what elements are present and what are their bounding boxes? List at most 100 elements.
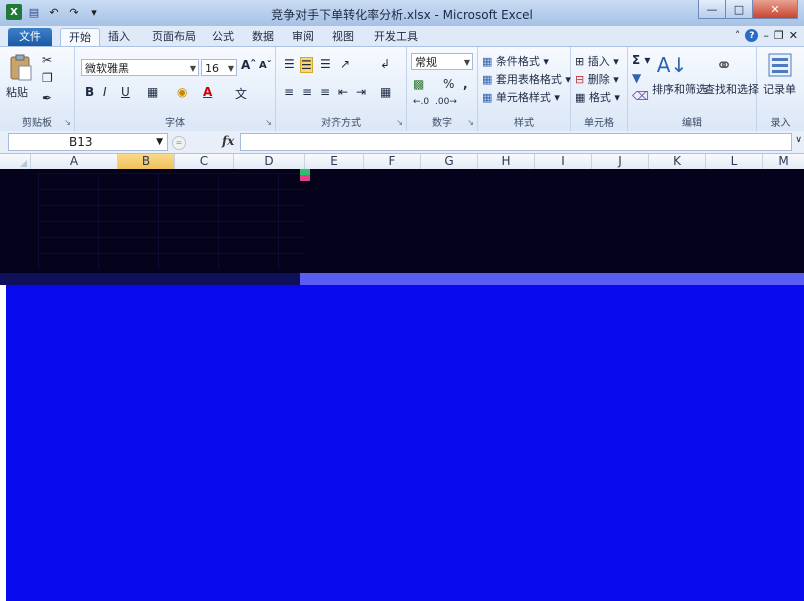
accounting-format-icon[interactable]: ▩ [413, 77, 424, 91]
percent-style-button[interactable]: % [443, 77, 454, 91]
underline-button[interactable]: U [121, 85, 130, 99]
font-name-select[interactable]: 微软雅黑 ▼ [81, 59, 199, 76]
fill-icon[interactable]: ▼ [632, 71, 641, 85]
cell-styles-label: 单元格样式 [495, 91, 551, 104]
column-header-f[interactable]: F [364, 154, 421, 169]
tab-developer[interactable]: 开发工具 [368, 28, 424, 46]
tab-file[interactable]: 文件 [8, 28, 52, 46]
formula-bar: B13 ▼ = fx ∨ [0, 131, 804, 154]
window-title: 竞争对手下单转化率分析.xlsx - Microsoft Excel [271, 8, 533, 22]
cut-icon[interactable]: ✂ [42, 53, 52, 67]
worksheet-overlay-blue[interactable] [6, 285, 804, 601]
help-icon[interactable]: ? [745, 29, 759, 42]
paste-button-label[interactable]: 粘贴 [6, 84, 28, 100]
worksheet-overlay-dark[interactable] [0, 169, 804, 273]
tab-data[interactable]: 数据 [248, 28, 278, 46]
column-header-e[interactable]: E [305, 154, 364, 169]
align-top-icon[interactable]: ☰ [284, 57, 295, 71]
align-left-icon[interactable]: ≡ [284, 85, 294, 99]
restore-down-icon[interactable]: ❐ [774, 29, 784, 42]
merge-center-icon[interactable]: ▦ [380, 85, 391, 99]
conditional-formatting-icon: ▦ [482, 55, 493, 68]
column-header-j[interactable]: J [592, 154, 649, 169]
font-size-select[interactable]: 16 ▼ [201, 59, 237, 76]
cell-styles-button[interactable]: ▦ 单元格样式 ▾ [482, 89, 560, 105]
clear-icon[interactable]: ⌫ [632, 89, 649, 103]
tab-home[interactable]: 开始 [60, 28, 100, 47]
group-number: 常规 ▼ ▩ % , ←.0 .00→ 数字 ↘ [407, 47, 478, 131]
find-select-button[interactable]: 查找和选择 [704, 81, 759, 97]
formula-cancel-icon[interactable]: = [172, 136, 186, 150]
name-box[interactable]: B13 ▼ [8, 133, 168, 151]
align-center-icon[interactable]: ≡ [302, 85, 312, 99]
group-clipboard: 粘贴 ✂ ❐ ✒ 剪贴板 ↘ [0, 47, 75, 131]
delete-cells-icon: ⊟ [575, 73, 585, 86]
fill-color-icon[interactable]: ◉ [177, 85, 187, 99]
group-font: 微软雅黑 ▼ 16 ▼ Aˆ Aˇ B I U ▦ ◉ A 文 字体 ↘ [75, 47, 276, 131]
form-button[interactable]: 记录单 [763, 81, 796, 97]
select-all-button[interactable] [0, 154, 31, 169]
font-color-icon[interactable]: A [203, 85, 212, 99]
column-header-d[interactable]: D [234, 154, 305, 169]
align-bottom-icon[interactable]: ☰ [320, 57, 331, 71]
insert-cells-button[interactable]: ⊞ 插入 ▾ [575, 53, 619, 69]
column-header-h[interactable]: H [478, 154, 535, 169]
tab-review[interactable]: 审阅 [288, 28, 318, 46]
copy-icon[interactable]: ❐ [42, 71, 53, 85]
number-launcher-icon[interactable]: ↘ [467, 118, 474, 127]
close-button[interactable]: ✕ [752, 0, 798, 19]
column-header-c[interactable]: C [175, 154, 234, 169]
italic-button[interactable]: I [103, 85, 107, 99]
insert-function-icon[interactable]: fx [222, 134, 234, 148]
bold-button[interactable]: B [85, 85, 94, 99]
borders-icon[interactable]: ▦ [147, 85, 158, 99]
tab-view[interactable]: 视图 [328, 28, 358, 46]
tab-formulas[interactable]: 公式 [208, 28, 238, 46]
alignment-launcher-icon[interactable]: ↘ [396, 118, 403, 127]
format-as-table-button[interactable]: ▦ 套用表格格式 ▾ [482, 71, 571, 87]
window-controls: — □ ✕ [698, 0, 798, 19]
expand-formula-bar-icon[interactable]: ∨ [795, 135, 802, 145]
maximize-button[interactable]: □ [725, 0, 753, 19]
grow-font-icon[interactable]: Aˆ [241, 58, 256, 72]
close-workbook-icon[interactable]: ✕ [789, 29, 798, 42]
phonetic-icon[interactable]: 文 [235, 85, 247, 102]
formula-input[interactable] [240, 133, 792, 151]
orientation-icon[interactable]: ↗ [340, 57, 350, 71]
format-cells-button[interactable]: ▦ 格式 ▾ [575, 89, 620, 105]
tab-page-layout[interactable]: 页面布局 [146, 28, 202, 46]
column-header-l[interactable]: L [706, 154, 763, 169]
column-header-m[interactable]: M [763, 154, 804, 169]
delete-cells-button[interactable]: ⊟ 删除 ▾ [575, 71, 619, 87]
column-header-i[interactable]: I [535, 154, 592, 169]
format-painter-icon[interactable]: ✒ [42, 91, 52, 105]
column-header-g[interactable]: G [421, 154, 478, 169]
minimize-ribbon-icon[interactable]: ˄ [735, 29, 741, 42]
decrease-indent-icon[interactable]: ⇤ [338, 85, 348, 99]
number-format-select[interactable]: 常规 ▼ [411, 53, 473, 70]
conditional-formatting-button[interactable]: ▦ 条件格式 ▾ [482, 53, 549, 69]
decrease-decimal-icon[interactable]: .00→ [435, 97, 457, 107]
wrap-text-icon[interactable]: ↲ [380, 57, 390, 71]
worksheet-strip [0, 273, 804, 285]
sort-filter-icon[interactable]: A↓ [657, 51, 687, 79]
clipboard-launcher-icon[interactable]: ↘ [64, 118, 71, 127]
paste-icon[interactable] [8, 53, 34, 83]
increase-indent-icon[interactable]: ⇥ [356, 85, 366, 99]
restore-window-icon[interactable]: – [763, 29, 769, 42]
comma-style-button[interactable]: , [463, 77, 468, 91]
autosum-icon[interactable]: Σ ▾ [632, 53, 650, 67]
column-header-k[interactable]: K [649, 154, 706, 169]
column-header-b[interactable]: B [118, 154, 175, 169]
find-select-icon[interactable]: ⚭ [710, 51, 738, 79]
sort-filter-button[interactable]: 排序和筛选 [652, 81, 707, 97]
tab-insert[interactable]: 插入 [104, 28, 134, 46]
align-middle-icon[interactable]: ☰ [300, 57, 313, 73]
increase-decimal-icon[interactable]: ←.0 [413, 97, 429, 107]
align-right-icon[interactable]: ≡ [320, 85, 330, 99]
font-launcher-icon[interactable]: ↘ [265, 118, 272, 127]
shrink-font-icon[interactable]: Aˇ [259, 60, 272, 71]
column-header-a[interactable]: A [31, 154, 118, 169]
form-icon[interactable] [766, 51, 794, 79]
minimize-button[interactable]: — [698, 0, 726, 19]
